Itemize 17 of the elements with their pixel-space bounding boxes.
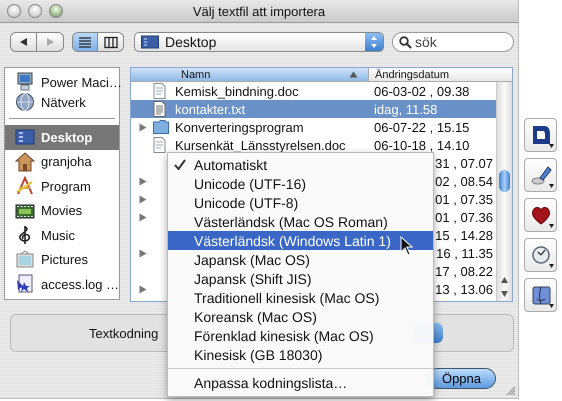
- modified-date: 06-10-18 , 14.10: [373, 138, 470, 152]
- modified-date: 02 , 08.54: [434, 174, 494, 188]
- modified-date: 01 , 07.36: [434, 210, 494, 224]
- file-name: Kemisk_bindning.doc: [175, 84, 299, 98]
- popup-label: Desktop: [165, 34, 218, 50]
- modified-date: 01 , 07.35: [434, 192, 494, 206]
- encoding-label: Textkodning: [89, 326, 158, 340]
- modified-date: 06-03-02 , 09.38: [373, 84, 470, 98]
- modified-date: 17 , 08.22: [434, 264, 494, 278]
- modified-date: 16 , 11.35: [435, 246, 494, 260]
- file-name: kontakter.txt: [175, 102, 246, 116]
- modified-date: 13 , 13.06: [434, 282, 494, 296]
- file-name: Konverteringsprogram: [175, 120, 304, 134]
- modified-date: 06-07-22 , 15.15: [373, 120, 470, 134]
- modified-date: idag, 11.58: [373, 102, 438, 116]
- window-title: Välj textfil att importera: [192, 4, 326, 18]
- file-name: Kursenkät_Länsstyrelsen.doc: [175, 138, 346, 152]
